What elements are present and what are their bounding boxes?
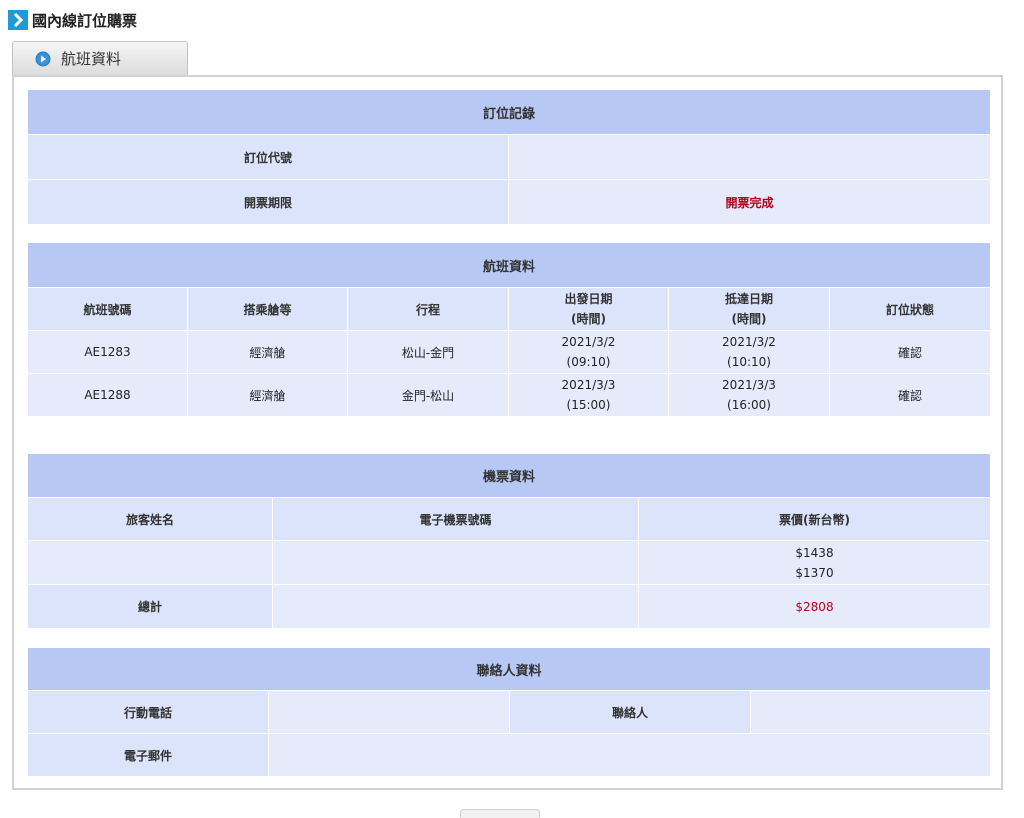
- total-label: 總計: [27, 584, 273, 629]
- flight-row: AE1288 經濟艙 金門-松山 2021/3/3 (15:00) 2021/3…: [27, 373, 992, 417]
- fare-list: $1438 $1370: [638, 540, 991, 585]
- contact-person-value: [749, 690, 992, 734]
- arrive-date: 2021/3/2: [722, 335, 776, 349]
- flight-number: AE1288: [27, 373, 188, 417]
- booking-status: 確認: [828, 373, 992, 417]
- col-header-fare: 票價(新台幣): [638, 497, 991, 541]
- booking-code-value: [507, 134, 992, 180]
- booking-record-section: 訂位記錄 訂位代號 開票期限 開票完成: [26, 89, 992, 225]
- col-header-status: 訂位狀態: [828, 287, 992, 331]
- col-header-flight-no: 航班號碼: [27, 287, 188, 331]
- booking-code-label: 訂位代號: [27, 134, 509, 180]
- booking-status: 確認: [828, 330, 992, 374]
- col-header-route: 行程: [347, 287, 509, 331]
- arrive-time: (16:00): [727, 398, 771, 412]
- arrive-date: 2021/3/3: [722, 378, 776, 392]
- total-spacer: [272, 584, 639, 629]
- fare-value: $1370: [795, 565, 834, 580]
- booking-section-title: 訂位記錄: [26, 89, 992, 135]
- col-header-arrive: 抵達日期 (時間): [668, 287, 830, 331]
- col-header-passenger: 旅客姓名: [27, 497, 273, 541]
- flight-section-title: 航班資料: [26, 242, 992, 288]
- page-title: 國內線訂位購票: [32, 11, 138, 30]
- ticket-deadline-value: 開票完成: [507, 179, 992, 225]
- total-value: $2808: [638, 584, 991, 629]
- tab-flight-info[interactable]: 航班資料: [12, 41, 188, 75]
- depart-date: 2021/3/2: [561, 335, 616, 349]
- chevron-right-icon: [8, 10, 28, 30]
- fare-value: $1438: [795, 545, 834, 560]
- contact-person-label: 聯絡人: [509, 690, 751, 734]
- route: 金門-松山: [347, 373, 509, 417]
- contact-info-section: 聯絡人資料 行動電話 聯絡人 電子郵件: [26, 647, 992, 777]
- depart-date: 2021/3/3: [561, 378, 616, 392]
- flight-info-section: 航班資料 航班號碼 搭乘艙等 行程 出發日期 (時間) 抵達日期 (時間) 訂位…: [26, 242, 992, 417]
- ticket-info-section: 機票資料 旅客姓名 電子機票號碼 票價(新台幣) $1438 $1370 總計 …: [27, 453, 991, 629]
- depart-datetime: 2021/3/3 (15:00): [508, 373, 669, 417]
- flight-number: AE1283: [27, 330, 188, 374]
- mobile-phone-value: [268, 690, 510, 734]
- mobile-phone-label: 行動電話: [27, 690, 269, 734]
- arrive-datetime: 2021/3/2 (10:10): [668, 330, 830, 374]
- eticket-number: [272, 540, 639, 585]
- depart-time: (09:10): [566, 355, 611, 369]
- cabin-class: 經濟艙: [187, 373, 348, 417]
- depart-datetime: 2021/3/2 (09:10): [508, 330, 669, 374]
- col-header-eticket: 電子機票號碼: [272, 497, 639, 541]
- col-header-cabin: 搭乘艙等: [187, 287, 348, 331]
- route: 松山-金門: [347, 330, 509, 374]
- flight-row: AE1283 經濟艙 松山-金門 2021/3/2 (09:10) 2021/3…: [27, 330, 992, 374]
- arrive-time: (10:10): [727, 355, 771, 369]
- ticket-deadline-label: 開票期限: [27, 179, 509, 225]
- email-value: [267, 733, 992, 777]
- play-circle-icon: [35, 51, 51, 67]
- passenger-name: [27, 540, 273, 585]
- cabin-class: 經濟艙: [187, 330, 348, 374]
- arrive-datetime: 2021/3/3 (16:00): [668, 373, 830, 417]
- page-header: 國內線訂位購票: [8, 8, 137, 32]
- tab-label: 航班資料: [61, 50, 122, 68]
- col-header-depart: 出發日期 (時間): [508, 287, 669, 331]
- ticket-section-title: 機票資料: [27, 453, 991, 498]
- contact-section-title: 聯絡人資料: [26, 647, 992, 691]
- email-label: 電子郵件: [27, 733, 269, 777]
- depart-time: (15:00): [566, 398, 611, 412]
